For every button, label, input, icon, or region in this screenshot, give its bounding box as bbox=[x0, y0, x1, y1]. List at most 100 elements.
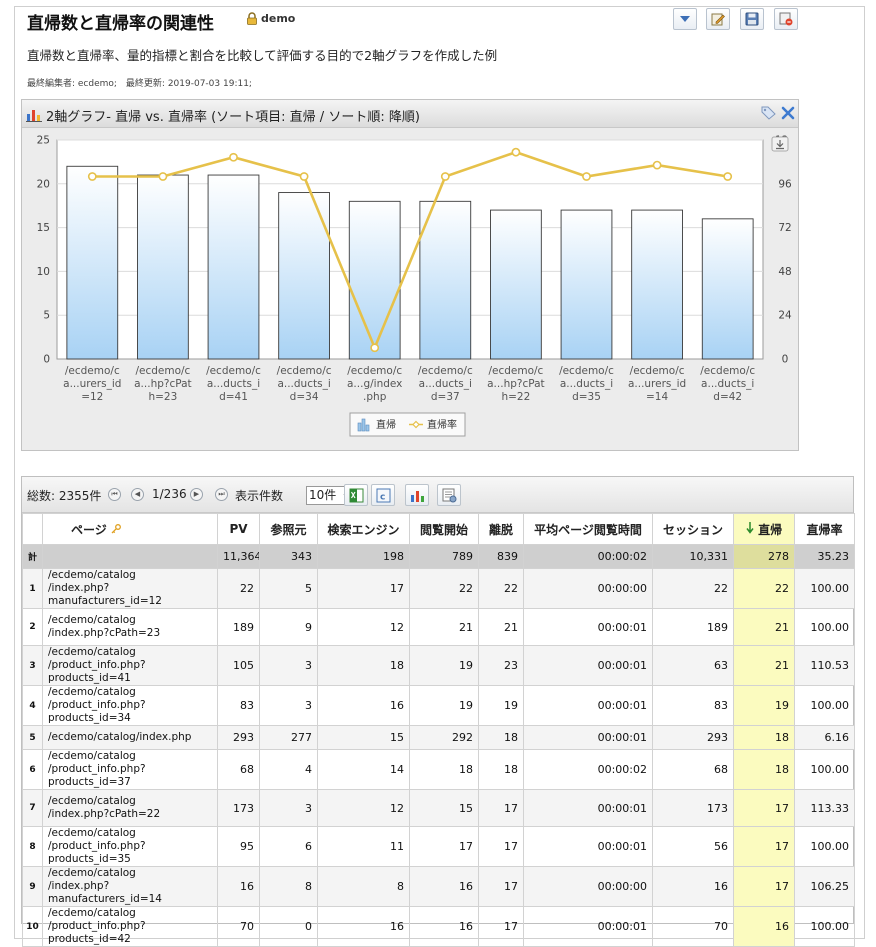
cell-pv: 68 bbox=[217, 749, 260, 790]
col-header-bounces-label: 直帰 bbox=[758, 522, 783, 537]
table-total-row[interactable]: 計 11,364 343 198 789 839 00:00:02 10,331 278 35.2… bbox=[22, 544, 855, 569]
table-row[interactable]: 2/ecdemo/catalog/index.php?cPath=23 189 9 1… bbox=[22, 608, 855, 646]
col-header-search-engine[interactable]: 検索エンジン bbox=[317, 513, 410, 545]
bar[interactable] bbox=[419, 200, 472, 360]
line-point[interactable] bbox=[582, 172, 591, 181]
cell-entrances: 22 bbox=[409, 568, 479, 609]
cell-avg-time: 00:00:02 bbox=[523, 544, 653, 569]
cell-page[interactable]: /ecdemo/catalog/index.php?cPath=23 bbox=[42, 608, 218, 646]
dropdown-icon bbox=[680, 16, 690, 22]
table-row[interactable]: 6/ecdemo/catalog/product_info.php?produc… bbox=[22, 749, 855, 790]
line-point[interactable] bbox=[440, 172, 450, 181]
col-header-avg-time[interactable]: 平均ページ閲覧時間 bbox=[523, 513, 653, 545]
bar[interactable] bbox=[207, 174, 260, 360]
bar[interactable] bbox=[137, 174, 189, 360]
bar[interactable] bbox=[66, 165, 119, 360]
tag-icon[interactable] bbox=[761, 106, 776, 120]
cell-search-engine: 8 bbox=[317, 866, 410, 907]
next-page-icon[interactable]: ▶ bbox=[190, 488, 203, 501]
cell-page[interactable]: /ecdemo/catalog/product_info.php?product… bbox=[42, 906, 218, 947]
cell-entrances: 16 bbox=[409, 866, 479, 907]
line-point[interactable] bbox=[158, 172, 168, 181]
bar[interactable] bbox=[490, 209, 542, 360]
chart-toggle-button[interactable] bbox=[405, 484, 429, 506]
line-point[interactable] bbox=[87, 172, 97, 181]
cell-bounce-rate: 100.00 bbox=[794, 906, 855, 947]
legend-label-bounce: 直帰 bbox=[376, 418, 396, 431]
table-row[interactable]: 7/ecdemo/catalog/index.php?cPath=22 173 3 1… bbox=[22, 789, 855, 827]
col-header-pv[interactable]: PV bbox=[217, 513, 260, 545]
line-point[interactable] bbox=[511, 147, 521, 157]
report-owner: demo bbox=[246, 12, 295, 25]
table-row[interactable]: 1/ecdemo/catalog/index.php?manufacturers… bbox=[22, 568, 855, 609]
cell-pv: 22 bbox=[217, 568, 260, 609]
dropdown-button[interactable] bbox=[673, 8, 697, 30]
cell-page[interactable]: /ecdemo/catalog/index.php?manufacturers_… bbox=[42, 866, 218, 907]
line-point[interactable] bbox=[652, 160, 662, 170]
cell-search-engine: 16 bbox=[317, 685, 410, 726]
table-row[interactable]: 10/ecdemo/catalog/product_info.php?produ… bbox=[22, 906, 855, 947]
report-title: 直帰数と直帰率の関連性 bbox=[27, 14, 214, 34]
chart-download-button[interactable] bbox=[771, 136, 789, 152]
table-row[interactable]: 8/ecdemo/catalog/product_info.php?produc… bbox=[22, 826, 855, 867]
cell-page[interactable]: /ecdemo/catalog/index.php?cPath=22 bbox=[42, 789, 218, 827]
table-row[interactable]: 3/ecdemo/catalog/product_info.php?produc… bbox=[22, 645, 855, 686]
x-tick-label: /ecdemo/c a...urers_id =12 bbox=[63, 365, 121, 403]
col-header-bounces[interactable]: 直帰 bbox=[733, 513, 795, 545]
cell-page[interactable]: /ecdemo/catalog/product_info.php?product… bbox=[42, 685, 218, 726]
cell-index: 計 bbox=[22, 544, 43, 569]
cell-pv: 83 bbox=[217, 685, 260, 726]
cell-index: 3 bbox=[22, 645, 43, 686]
bar[interactable] bbox=[701, 218, 754, 360]
csv-icon: c bbox=[376, 488, 391, 503]
bar[interactable] bbox=[631, 209, 683, 360]
cell-page[interactable]: /ecdemo/catalog/index.php bbox=[42, 725, 218, 750]
table-row[interactable]: 5/ecdemo/catalog/index.php 293 277 15 292 18 0… bbox=[22, 725, 855, 750]
col-header-sessions[interactable]: セッション bbox=[652, 513, 734, 545]
first-page-icon[interactable]: ⏮ bbox=[108, 488, 121, 501]
cell-referrer: 6 bbox=[259, 826, 318, 867]
edit-button[interactable] bbox=[706, 8, 730, 30]
cell-bounce-rate: 35.23 bbox=[794, 544, 855, 569]
y-tick-label: 0 bbox=[43, 354, 50, 366]
cell-entrances: 21 bbox=[409, 608, 479, 646]
delete-button[interactable] bbox=[774, 8, 798, 30]
cell-page[interactable]: /ecdemo/catalog/index.php?manufacturers_… bbox=[42, 568, 218, 609]
cell-bounce-rate: 100.00 bbox=[794, 749, 855, 790]
cell-index: 8 bbox=[22, 826, 43, 867]
col-header-entrances[interactable]: 閲覧開始 bbox=[409, 513, 479, 545]
cell-bounces: 17 bbox=[733, 826, 795, 867]
settings-icon bbox=[442, 488, 457, 503]
cell-pv: 95 bbox=[217, 826, 260, 867]
line-point[interactable] bbox=[299, 172, 309, 181]
bar[interactable] bbox=[348, 200, 401, 360]
csv-export-button[interactable]: c bbox=[371, 484, 395, 506]
y-tick-label: 25 bbox=[37, 135, 50, 147]
cell-page[interactable]: /ecdemo/catalog/product_info.php?product… bbox=[42, 826, 218, 867]
last-page-icon[interactable]: ⏭ bbox=[215, 488, 228, 501]
col-header-referrer[interactable]: 参照元 bbox=[259, 513, 318, 545]
prev-page-icon[interactable]: ◀ bbox=[131, 488, 144, 501]
table-row[interactable]: 9/ecdemo/catalog/index.php?manufacturers… bbox=[22, 866, 855, 907]
col-header-page[interactable]: ページ bbox=[42, 513, 218, 545]
cell-entrances: 15 bbox=[409, 789, 479, 827]
bar[interactable] bbox=[560, 209, 613, 360]
cell-page[interactable]: /ecdemo/catalog/product_info.php?product… bbox=[42, 749, 218, 790]
cell-search-engine: 18 bbox=[317, 645, 410, 686]
excel-export-button[interactable] bbox=[344, 484, 368, 506]
save-button[interactable] bbox=[740, 8, 764, 30]
cell-avg-time: 00:00:00 bbox=[523, 568, 653, 609]
line-point[interactable] bbox=[370, 343, 380, 353]
line-point[interactable] bbox=[723, 172, 733, 181]
cell-page[interactable]: /ecdemo/catalog/product_info.php?product… bbox=[42, 645, 218, 686]
cell-avg-time: 00:00:01 bbox=[523, 645, 653, 686]
col-header-exits[interactable]: 離脱 bbox=[478, 513, 524, 545]
cell-page[interactable] bbox=[42, 544, 218, 569]
col-header-bounce-rate[interactable]: 直帰率 bbox=[794, 513, 855, 545]
table-row[interactable]: 4/ecdemo/catalog/product_info.php?produc… bbox=[22, 685, 855, 726]
cell-pv: 173 bbox=[217, 789, 260, 827]
close-icon[interactable] bbox=[781, 106, 795, 120]
cell-bounces: 17 bbox=[733, 789, 795, 827]
table-settings-button[interactable] bbox=[437, 484, 461, 506]
line-point[interactable] bbox=[229, 152, 238, 162]
